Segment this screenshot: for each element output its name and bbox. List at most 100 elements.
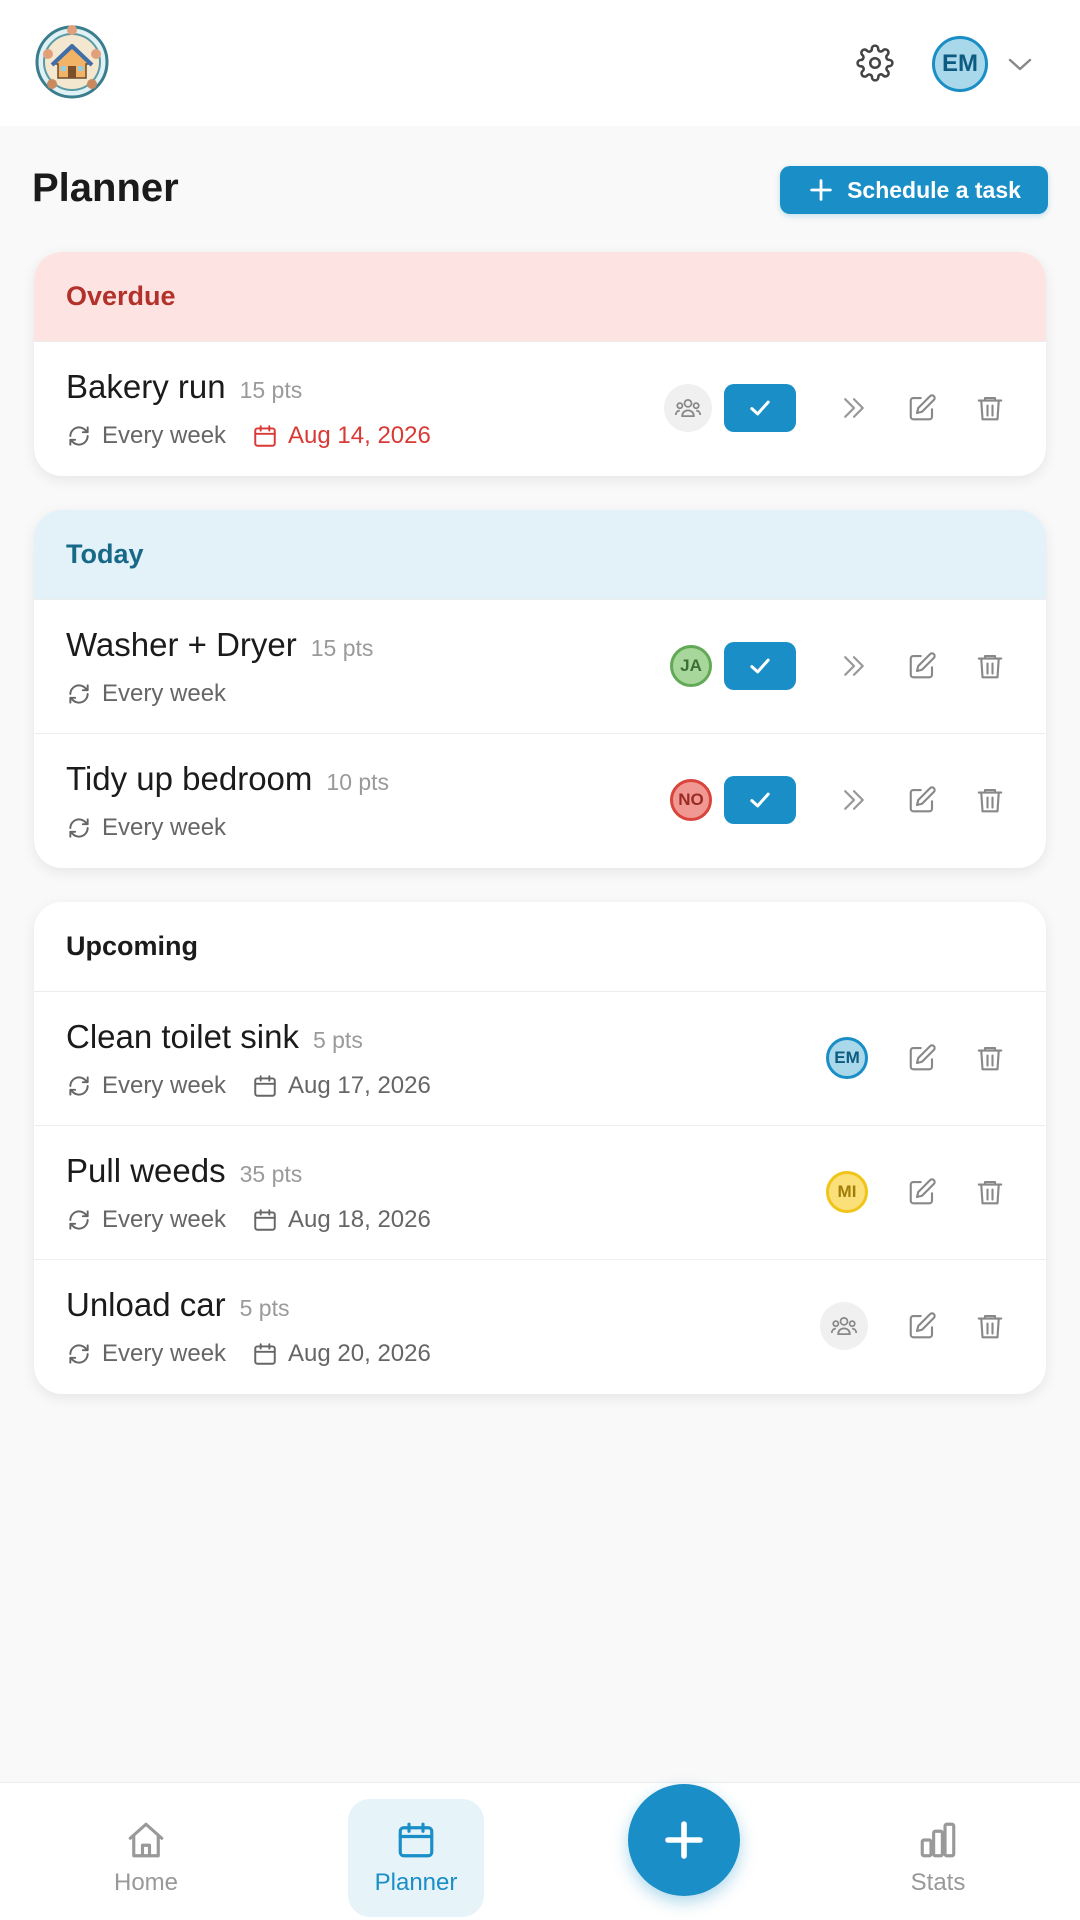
schedule-task-button[interactable]: Schedule a task (780, 166, 1048, 214)
plus-icon (810, 179, 832, 201)
plus-icon (665, 1821, 703, 1859)
task-actions: MI (826, 1166, 1016, 1218)
schedule-task-label: Schedule a task (847, 176, 1021, 203)
task-title-wrap: Pull weeds 35 pts (66, 1152, 302, 1190)
task-due-date: Aug 18, 2026 (252, 1206, 431, 1234)
skip-task-button[interactable] (828, 382, 880, 434)
edit-task-button[interactable] (896, 1166, 948, 1218)
task-recurrence: Every week (102, 422, 227, 449)
section-header-overdue: Overdue (34, 252, 1046, 342)
task-points: 35 pts (239, 1161, 303, 1187)
task-due-date: Aug 17, 2026 (252, 1072, 431, 1100)
edit-icon (909, 1044, 936, 1071)
upcoming-section: Upcoming Clean toilet sink 5 pts Every we… (34, 902, 1046, 1394)
task-row: Clean toilet sink 5 pts Every week Aug 17… (34, 992, 1046, 1126)
task-title: Washer + Dryer (66, 626, 297, 663)
assignee-avatar[interactable]: EM (826, 1037, 868, 1079)
repeat-icon (69, 1210, 89, 1230)
nav-stats[interactable]: Stats (870, 1799, 1006, 1917)
bottom-nav: Home Planner Stats (0, 1782, 1080, 1920)
assignee-avatar[interactable]: NO (670, 779, 712, 821)
assignee-avatar[interactable]: JA (670, 645, 712, 687)
task-points: 15 pts (239, 377, 303, 403)
task-actions (820, 1300, 1016, 1352)
nav-home[interactable]: Home (78, 1799, 214, 1917)
task-actions (664, 382, 1016, 434)
trash-icon (977, 654, 1003, 679)
task-row: Unload car 5 pts Every week Aug 20, 2026 (34, 1260, 1046, 1394)
calendar-icon (254, 1343, 276, 1365)
task-actions: JA (670, 640, 1016, 692)
trash-icon (977, 788, 1003, 813)
task-recurrence: Every week (102, 1340, 227, 1367)
double-chevron-right-icon (844, 790, 864, 810)
complete-task-button[interactable] (724, 642, 796, 690)
calendar-icon (398, 1822, 434, 1858)
task-meta: Every week Aug 14, 2026 (66, 422, 431, 450)
task-title-wrap: Clean toilet sink 5 pts (66, 1018, 363, 1056)
complete-task-button[interactable] (724, 776, 796, 824)
edit-task-button[interactable] (896, 1300, 948, 1352)
chevron-down-icon[interactable] (1006, 52, 1034, 76)
complete-task-button[interactable] (724, 384, 796, 432)
trash-icon (977, 1314, 1003, 1339)
repeat-icon (69, 818, 89, 838)
task-title-wrap: Tidy up bedroom 10 pts (66, 760, 389, 798)
house-family-logo-icon[interactable] (34, 24, 110, 100)
assignee-avatar[interactable]: MI (826, 1171, 868, 1213)
bar-chart-icon (920, 1822, 956, 1858)
task-row: Tidy up bedroom 10 pts Every week NO (34, 734, 1046, 868)
task-meta: Every week Aug 20, 2026 (66, 1340, 431, 1368)
edit-icon (909, 394, 936, 421)
task-points: 15 pts (310, 635, 374, 661)
task-title: Tidy up bedroom (66, 760, 313, 797)
gear-icon[interactable] (856, 44, 894, 82)
group-assignee-icon[interactable] (820, 1302, 868, 1350)
edit-task-button[interactable] (896, 1032, 948, 1084)
task-points: 10 pts (326, 769, 390, 795)
task-meta: Every week (66, 680, 226, 708)
task-meta: Every week (66, 814, 226, 842)
delete-task-button[interactable] (964, 382, 1016, 434)
top-bar: EM (0, 0, 1080, 126)
delete-task-button[interactable] (964, 774, 1016, 826)
task-actions: NO (670, 774, 1016, 826)
add-task-fab[interactable] (628, 1784, 740, 1896)
section-header-today: Today (34, 510, 1046, 600)
task-title: Unload car (66, 1286, 226, 1323)
nav-home-label: Home (113, 1869, 179, 1896)
delete-task-button[interactable] (964, 1032, 1016, 1084)
delete-task-button[interactable] (964, 640, 1016, 692)
delete-task-button[interactable] (964, 1166, 1016, 1218)
check-icon (750, 792, 770, 808)
task-meta: Every week Aug 18, 2026 (66, 1206, 431, 1234)
task-title: Pull weeds (66, 1152, 226, 1189)
skip-task-button[interactable] (828, 640, 880, 692)
nav-planner[interactable]: Planner (348, 1799, 484, 1917)
skip-task-button[interactable] (828, 774, 880, 826)
task-row: Washer + Dryer 15 pts Every week JA (34, 600, 1046, 734)
task-recurrence: Every week (102, 1206, 227, 1233)
trash-icon (977, 1180, 1003, 1205)
user-avatar[interactable]: EM (932, 36, 988, 92)
task-due-date: Aug 20, 2026 (252, 1340, 431, 1368)
task-actions: EM (826, 1032, 1016, 1084)
task-date-text: Aug 18, 2026 (288, 1206, 431, 1233)
calendar-icon (254, 425, 276, 447)
delete-task-button[interactable] (964, 1300, 1016, 1352)
task-recurrence: Every week (102, 1072, 227, 1099)
double-chevron-right-icon (844, 398, 864, 418)
today-section: Today Washer + Dryer 15 pts Every week JA (34, 510, 1046, 868)
task-date-text: Aug 20, 2026 (288, 1340, 431, 1367)
task-meta: Every week Aug 17, 2026 (66, 1072, 431, 1100)
group-assignee-icon[interactable] (664, 384, 712, 432)
edit-task-button[interactable] (896, 774, 948, 826)
task-due-date: Aug 14, 2026 (252, 422, 431, 450)
repeat-icon (69, 684, 89, 704)
overdue-section: Overdue Bakery run 15 pts Every week Aug … (34, 252, 1046, 476)
edit-task-button[interactable] (896, 382, 948, 434)
task-title-wrap: Bakery run 15 pts (66, 368, 302, 406)
edit-icon (909, 786, 936, 813)
edit-task-button[interactable] (896, 640, 948, 692)
repeat-icon (69, 1344, 89, 1364)
